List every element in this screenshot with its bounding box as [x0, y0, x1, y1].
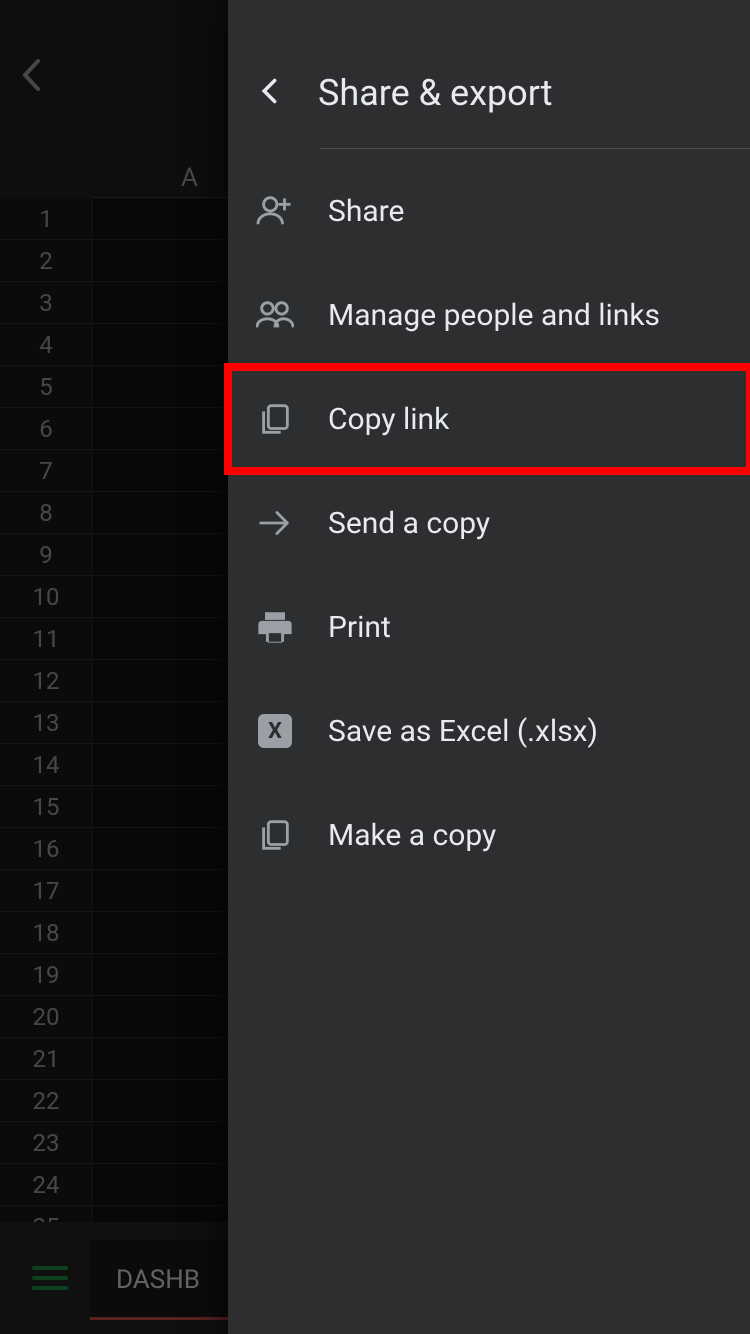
- menu-label: Save as Excel (.xlsx): [328, 714, 598, 749]
- hamburger-icon[interactable]: [10, 1266, 90, 1290]
- sheet-tab[interactable]: DASHB: [90, 1240, 230, 1320]
- row-number: 17: [0, 870, 92, 911]
- row-number: 20: [0, 996, 92, 1037]
- menu-label: Share: [328, 194, 404, 229]
- back-chevron-icon[interactable]: [20, 58, 42, 101]
- row-number: 22: [0, 1080, 92, 1121]
- panel-back-icon[interactable]: [256, 77, 284, 109]
- sheet-tab-label: DASHB: [116, 1265, 200, 1295]
- copy-link-icon: [256, 400, 294, 438]
- row-number: 15: [0, 786, 92, 827]
- row-number: 2: [0, 240, 92, 281]
- row-number: 14: [0, 744, 92, 785]
- row-number: 11: [0, 618, 92, 659]
- row-number: 6: [0, 408, 92, 449]
- excel-icon: X: [256, 712, 294, 750]
- menu-item-copy-link[interactable]: Copy link: [228, 367, 750, 471]
- row-number: 7: [0, 450, 92, 491]
- menu-label: Copy link: [328, 402, 449, 437]
- panel-title: Share & export: [318, 72, 553, 114]
- row-number: 19: [0, 954, 92, 995]
- row-number: 1: [0, 198, 92, 239]
- menu-item-share[interactable]: Share: [228, 159, 750, 263]
- row-number: 9: [0, 534, 92, 575]
- menu-item-send-copy[interactable]: Send a copy: [228, 471, 750, 575]
- row-number: 23: [0, 1122, 92, 1163]
- send-arrow-icon: [256, 504, 294, 542]
- row-number: 8: [0, 492, 92, 533]
- row-number: 18: [0, 912, 92, 953]
- menu-label: Send a copy: [328, 506, 490, 541]
- menu-label: Make a copy: [328, 818, 496, 853]
- menu-label: Manage people and links: [328, 298, 660, 333]
- menu-label: Print: [328, 610, 391, 645]
- row-number: 5: [0, 366, 92, 407]
- share-export-panel: Share & export Share Manage people and l…: [228, 0, 750, 1334]
- row-number: 16: [0, 828, 92, 869]
- print-icon: [256, 608, 294, 646]
- make-copy-icon: [256, 816, 294, 854]
- row-number: 10: [0, 576, 92, 617]
- people-icon: [256, 296, 294, 334]
- menu-item-make-copy[interactable]: Make a copy: [228, 783, 750, 887]
- row-number: 13: [0, 702, 92, 743]
- menu-item-save-excel[interactable]: X Save as Excel (.xlsx): [228, 679, 750, 783]
- row-number: 21: [0, 1038, 92, 1079]
- row-number: 24: [0, 1164, 92, 1205]
- person-add-icon: [256, 192, 294, 230]
- row-number: 4: [0, 324, 92, 365]
- menu-item-print[interactable]: Print: [228, 575, 750, 679]
- row-number: 12: [0, 660, 92, 701]
- divider: [320, 148, 750, 149]
- menu-item-manage[interactable]: Manage people and links: [228, 263, 750, 367]
- menu-list: Share Manage people and links Copy link …: [228, 159, 750, 887]
- row-number: 3: [0, 282, 92, 323]
